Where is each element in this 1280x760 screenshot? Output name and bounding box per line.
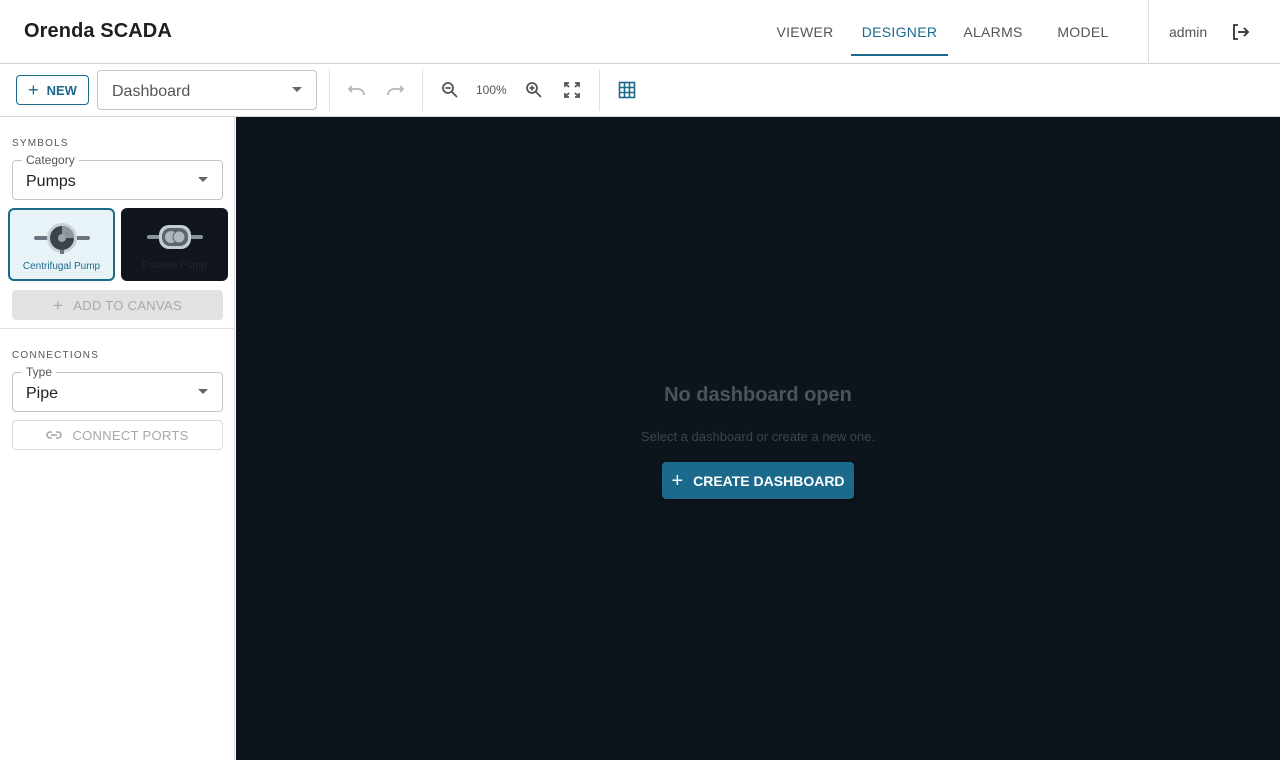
- toolbar-divider: [599, 69, 600, 111]
- plus-icon: +: [671, 469, 684, 492]
- connection-type-select[interactable]: Type Pipe: [12, 365, 223, 412]
- add-to-canvas-button[interactable]: + ADD TO CANVAS: [12, 290, 223, 320]
- toolbar-divider: [329, 69, 330, 111]
- redo-icon[interactable]: [382, 78, 408, 102]
- zoom-level: 100%: [476, 83, 507, 97]
- dashboard-select-value: Dashboard: [112, 83, 191, 100]
- empty-state-subtitle: Select a dashboard or create a new one.: [640, 429, 876, 444]
- zoom-out-icon[interactable]: [437, 78, 463, 102]
- connect-ports-label: CONNECT PORTS: [72, 427, 189, 443]
- design-canvas[interactable]: No dashboard open Select a dashboard or …: [236, 117, 1280, 760]
- grid-icon[interactable]: [614, 78, 640, 102]
- centrifugal-pump-icon: [33, 223, 90, 254]
- dropdown-arrow-icon: [198, 177, 208, 182]
- create-dashboard-label: CREATE DASHBOARD: [693, 472, 845, 489]
- link-icon: [46, 431, 63, 439]
- category-select[interactable]: Category Pumps: [12, 153, 223, 200]
- category-select-label: Category: [22, 153, 79, 167]
- user-name: admin: [1169, 24, 1208, 40]
- designer-toolbar: + NEW Dashboard 100%: [0, 65, 1280, 117]
- toolbar-divider: [422, 69, 423, 111]
- connect-ports-button[interactable]: CONNECT PORTS: [12, 420, 223, 450]
- symbol-card-positive-pump[interactable]: Positive Pump: [121, 208, 228, 281]
- category-select-value: Pumps: [26, 173, 76, 190]
- active-tab-indicator: [851, 54, 948, 56]
- tab-designer[interactable]: DESIGNER: [851, 0, 948, 56]
- symbol-card-centrifugal-pump[interactable]: Centrifugal Pump: [8, 208, 115, 281]
- plus-icon: +: [53, 295, 64, 315]
- plus-icon: +: [28, 80, 39, 100]
- sidebar: SYMBOLS Category Pumps Centrifugal Pump …: [0, 117, 235, 760]
- zoom-in-icon[interactable]: [521, 78, 547, 102]
- new-button[interactable]: + NEW: [16, 75, 89, 105]
- app-title: Orenda SCADA: [24, 20, 172, 42]
- connection-type-label: Type: [22, 365, 57, 379]
- dropdown-arrow-icon: [198, 389, 208, 394]
- tab-viewer[interactable]: VIEWER: [769, 0, 841, 56]
- connections-section-title: CONNECTIONS: [12, 350, 100, 361]
- connection-type-value: Pipe: [26, 385, 59, 402]
- app-bar: Orenda SCADA VIEWER DESIGNER ALARMS MODE…: [0, 0, 1280, 64]
- new-button-label: NEW: [46, 82, 77, 98]
- tab-alarms[interactable]: ALARMS: [957, 0, 1029, 56]
- empty-state-title: No dashboard open: [664, 384, 852, 406]
- symbols-section-title: SYMBOLS: [12, 138, 69, 149]
- dashboard-select[interactable]: Dashboard: [97, 70, 317, 110]
- add-to-canvas-label: ADD TO CANVAS: [73, 297, 182, 313]
- logout-icon[interactable]: [1226, 19, 1254, 45]
- appbar-divider: [1148, 0, 1149, 64]
- create-dashboard-button[interactable]: + CREATE DASHBOARD: [662, 462, 854, 499]
- symbol-label: Positive Pump: [142, 260, 207, 271]
- symbol-label: Centrifugal Pump: [22, 261, 101, 272]
- undo-icon[interactable]: [344, 78, 370, 102]
- fit-screen-icon[interactable]: [559, 78, 585, 102]
- sidebar-divider: [0, 328, 235, 329]
- positive-pump-icon: [146, 225, 203, 249]
- tab-model[interactable]: MODEL: [1047, 0, 1119, 56]
- dropdown-arrow-icon: [292, 87, 302, 92]
